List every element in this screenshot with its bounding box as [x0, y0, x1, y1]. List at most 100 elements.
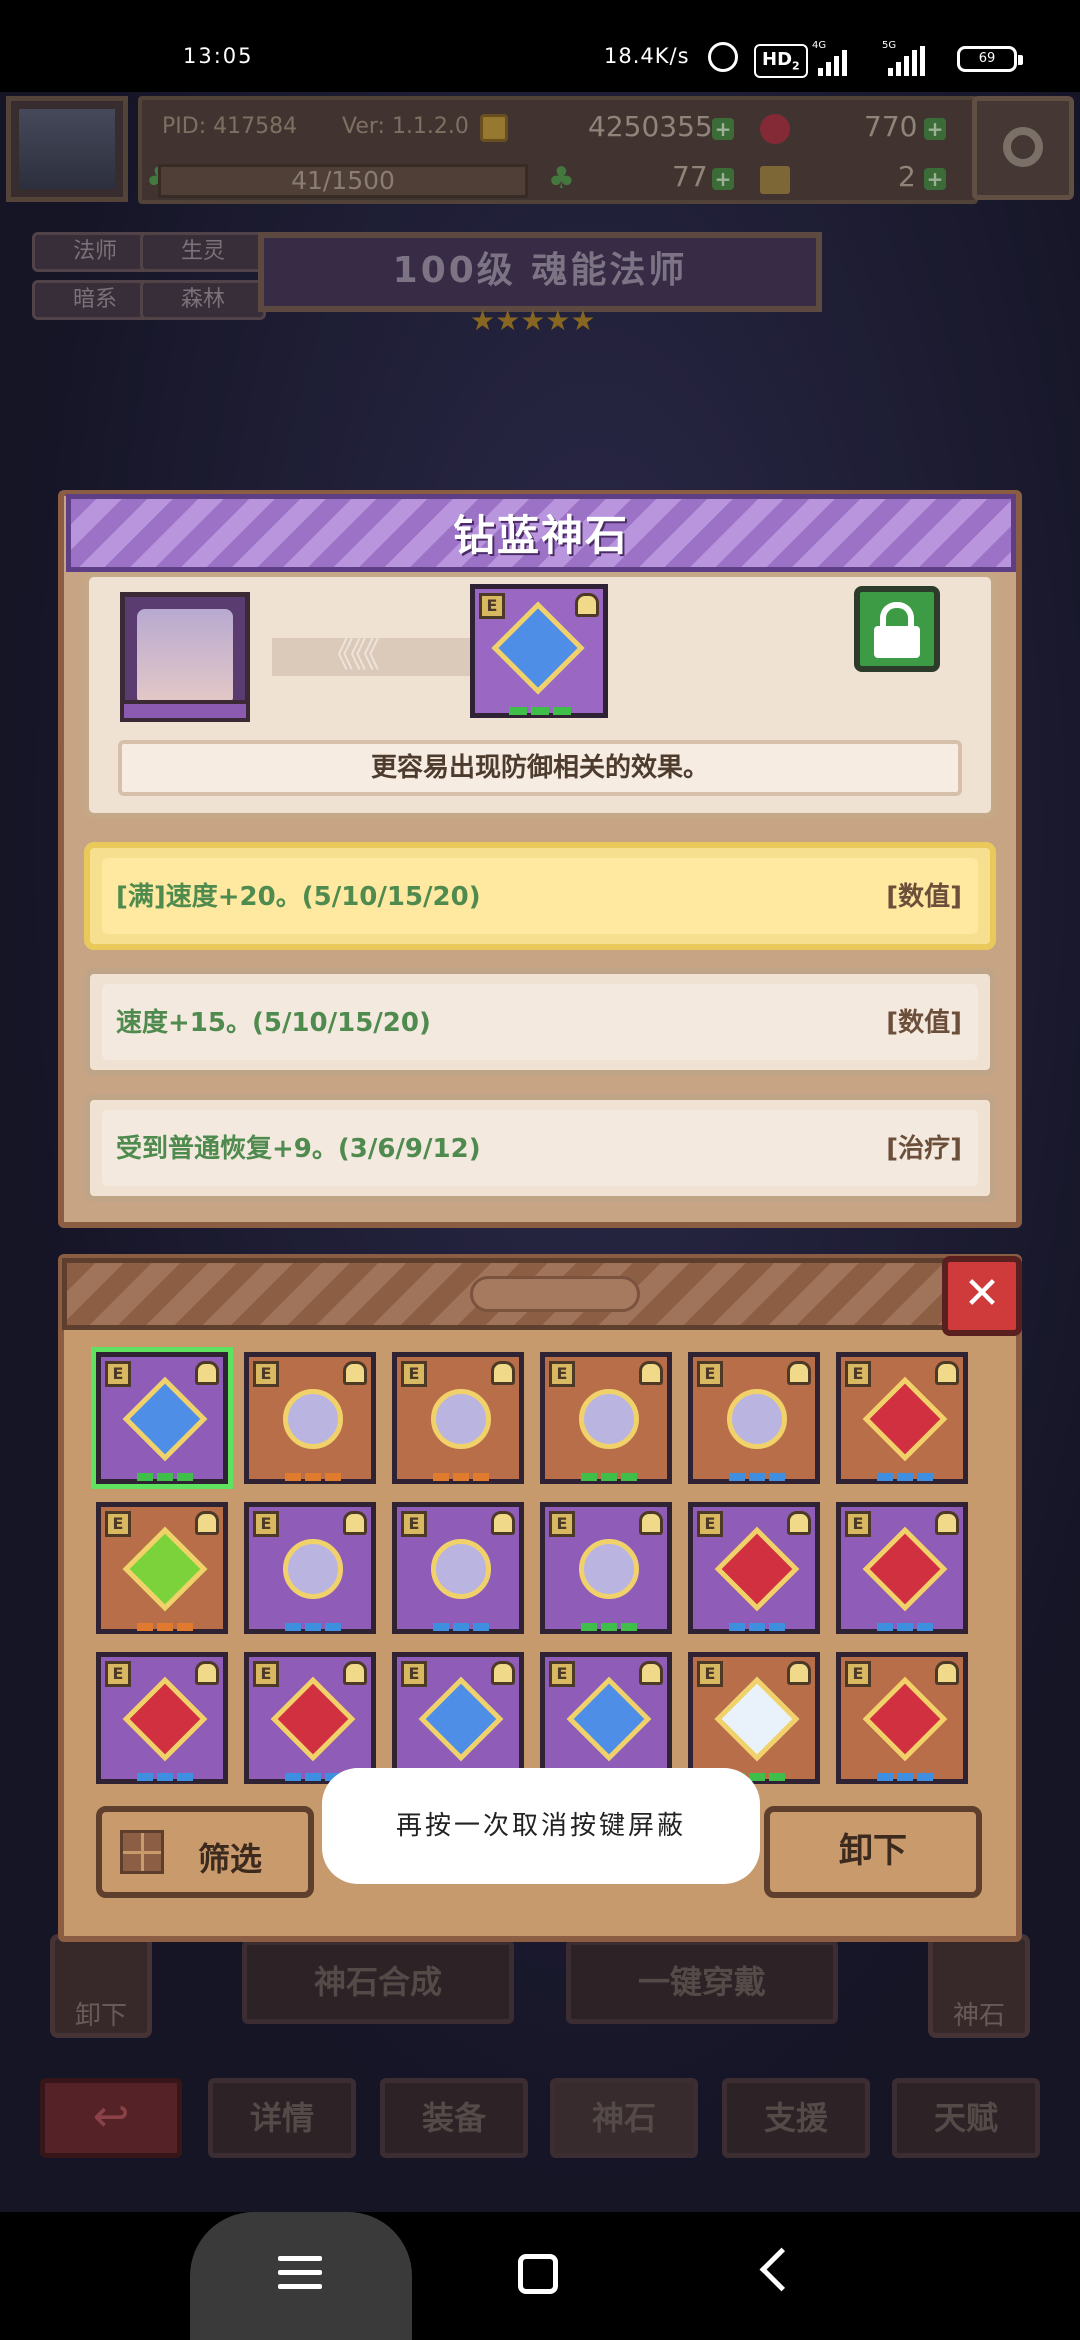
gem-effect-row: [满]速度+20。(5/10/15/20) [数值] [84, 842, 996, 950]
effect-category: [数值] [886, 882, 962, 912]
lock-small-icon [935, 1661, 959, 1685]
lock-small-icon [343, 1361, 367, 1385]
equipped-badge: E [253, 1661, 279, 1687]
hero-portrait-base [120, 700, 250, 722]
red-gem-icon [714, 1526, 800, 1612]
lock-small-icon [935, 1511, 959, 1535]
gem-slot[interactable]: E [96, 1502, 228, 1634]
gem-slot[interactable]: E [688, 1652, 820, 1784]
selected-gem-slot: E [470, 584, 608, 718]
gem-slot[interactable]: E [392, 1652, 524, 1784]
lock-small-icon [491, 1511, 515, 1535]
gem-slot[interactable]: E [836, 1352, 968, 1484]
alarm-icon [708, 42, 738, 72]
equipped-badge: E [549, 1361, 575, 1387]
gem-quality-pips [285, 1623, 341, 1631]
lock-small-icon [639, 1511, 663, 1535]
gem-slot[interactable]: E [244, 1652, 376, 1784]
red-gem-icon [122, 1676, 208, 1762]
toast-message: 再按一次取消按键屏蔽 [322, 1768, 760, 1884]
silver-gem-icon [727, 1389, 787, 1449]
equipped-badge: E [845, 1661, 871, 1687]
lock-small-icon [787, 1661, 811, 1685]
lock-toggle-button[interactable] [854, 586, 940, 672]
gem-slot[interactable]: E [836, 1502, 968, 1634]
equipped-badge: E [479, 593, 505, 619]
gem-quality-pips [433, 1623, 489, 1631]
blue-gem-icon [418, 1676, 504, 1762]
lock-small-icon [195, 1661, 219, 1685]
equipped-badge: E [549, 1661, 575, 1687]
gem-slot[interactable]: E [96, 1652, 228, 1784]
grid-icon [120, 1830, 164, 1874]
equipped-badge: E [105, 1661, 131, 1687]
equipped-badge: E [253, 1361, 279, 1387]
lock-small-icon [491, 1661, 515, 1685]
unequip-button[interactable]: 卸下 [764, 1806, 982, 1898]
gem-quality-pips [433, 1473, 489, 1481]
network-speed: 18.4K/s [604, 44, 690, 68]
gem-slot[interactable]: E [688, 1352, 820, 1484]
gem-slot[interactable]: E [392, 1352, 524, 1484]
green-gem-icon [122, 1526, 208, 1612]
effect-text: 速度+15。(5/10/15/20) [116, 1008, 431, 1038]
equipped-badge: E [845, 1511, 871, 1537]
gem-slot[interactable]: E [836, 1652, 968, 1784]
gem-slot[interactable]: E [244, 1352, 376, 1484]
gem-slot[interactable]: E [244, 1502, 376, 1634]
signal-strength-icon-2 [888, 46, 925, 76]
gem-quality-pips [729, 1473, 785, 1481]
silver-gem-icon [579, 1539, 639, 1599]
gem-slot[interactable]: E [91, 1347, 233, 1489]
gem-quality-pips [137, 1473, 193, 1481]
blue-gem-icon [566, 1676, 652, 1762]
gem-effect-row: 受到普通恢复+9。(3/6/9/12) [治疗] [84, 1094, 996, 1202]
lock-small-icon [787, 1361, 811, 1385]
gem-slot[interactable]: E [688, 1502, 820, 1634]
equipped-badge: E [697, 1661, 723, 1687]
effect-text: 受到普通恢复+9。(3/6/9/12) [116, 1134, 481, 1164]
white-gem-icon [714, 1676, 800, 1762]
hd-voice-icon: HD2 [754, 44, 808, 78]
gem-effect-row: 速度+15。(5/10/15/20) [数值] [84, 968, 996, 1076]
silver-gem-icon [431, 1539, 491, 1599]
close-button[interactable]: ✕ [942, 1256, 1022, 1336]
red-gem-icon [270, 1676, 356, 1762]
equipped-badge: E [697, 1511, 723, 1537]
inventory-header-ornament [470, 1276, 640, 1312]
silver-gem-icon [283, 1539, 343, 1599]
filter-button[interactable]: 筛选 [96, 1806, 314, 1898]
lock-small-icon [639, 1361, 663, 1385]
gem-quality-pips [137, 1773, 193, 1781]
arrow-track: 《《《 [272, 638, 472, 676]
gem-description: 更容易出现防御相关的效果。 [118, 740, 962, 796]
gem-quality-pips [877, 1473, 933, 1481]
menu-icon[interactable] [278, 2256, 322, 2298]
lock-small-icon [935, 1361, 959, 1385]
equipped-badge: E [845, 1361, 871, 1387]
hd-label: HD [762, 49, 793, 70]
equipped-badge: E [401, 1661, 427, 1687]
lock-small-icon [787, 1511, 811, 1535]
lock-small-icon [343, 1661, 367, 1685]
effect-category: [治疗] [886, 1134, 962, 1164]
gem-slot[interactable]: E [540, 1652, 672, 1784]
status-time: 13:05 [183, 44, 254, 68]
blue-gem-icon [122, 1376, 208, 1462]
lock-small-icon [639, 1661, 663, 1685]
lock-small-icon [575, 593, 599, 617]
signal-strength-icon [818, 46, 847, 76]
filter-button-label: 筛选 [198, 1840, 263, 1878]
red-gem-icon [862, 1526, 948, 1612]
gem-slot[interactable]: E [540, 1352, 672, 1484]
gem-slot[interactable]: E [540, 1502, 672, 1634]
gem-slot[interactable]: E [392, 1502, 524, 1634]
silver-gem-icon [283, 1389, 343, 1449]
lock-small-icon [195, 1361, 219, 1385]
home-icon[interactable] [518, 2254, 558, 2294]
effect-category: [数值] [886, 1008, 962, 1038]
equipped-badge: E [105, 1511, 131, 1537]
gem-quality-pips [581, 1623, 637, 1631]
equipped-badge: E [401, 1361, 427, 1387]
gem-quality-pips [581, 1473, 637, 1481]
